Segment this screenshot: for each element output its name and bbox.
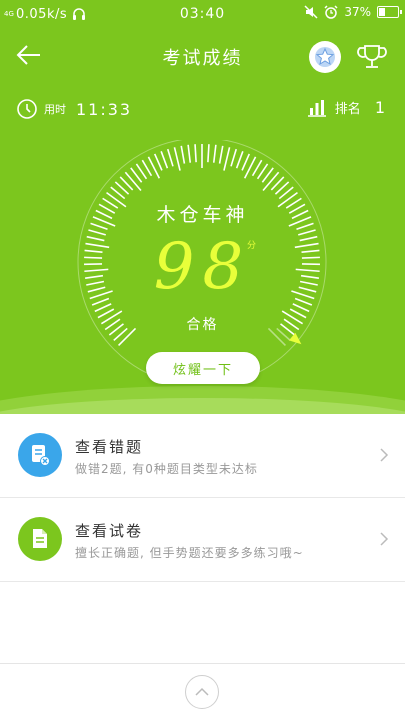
- rank-value: 1: [374, 98, 385, 117]
- exam-result-page: 4G 0.05k/s 03:40 37% 考试成绩 用时 11:33 排名 1 …: [0, 0, 405, 720]
- pass-status: 合格: [186, 317, 219, 333]
- gauge-tick: [160, 151, 169, 169]
- exam-info-row: 用时 11:33 排名 1: [0, 94, 405, 124]
- gauge-tick: [153, 153, 163, 171]
- gauge-tick: [124, 171, 142, 192]
- battery-icon: [377, 6, 402, 18]
- star-icon: [315, 47, 335, 67]
- list-item-subtitle: 擅长正确题, 但手势题还要多多练习哦~: [75, 546, 304, 560]
- page-title: 考试成绩: [162, 48, 243, 69]
- gauge-tick: [230, 148, 238, 167]
- battery-level-fill: [379, 8, 385, 16]
- list-item-wrong-answers[interactable]: 查看错题 做错2题, 有0种题目类型未达标: [0, 414, 405, 498]
- status-bar: 4G 0.05k/s 03:40 37%: [0, 0, 405, 30]
- rank-label: 排名: [334, 102, 361, 117]
- gauge-tick: [180, 145, 186, 164]
- mute-icon: [304, 5, 318, 19]
- action-list: 查看错题 做错2题, 有0种题目类型未达标 查看试卷 擅长正确题, 但手势题还要…: [0, 414, 405, 582]
- ranking: 排名 1: [307, 98, 385, 117]
- result-title: 木仓车神: [156, 204, 249, 226]
- score-unit: 分: [247, 241, 257, 251]
- wrong-answers-icon: [18, 433, 62, 477]
- chevron-right-icon: [380, 448, 389, 462]
- score-value: 98: [153, 230, 252, 304]
- title-bar: 考试成绩: [0, 32, 405, 78]
- gauge-tick: [223, 147, 231, 171]
- scroll-up-button[interactable]: [185, 675, 219, 709]
- gauge-tick: [218, 145, 224, 164]
- gauge-tick: [166, 148, 174, 167]
- gauge-tick: [235, 151, 244, 169]
- gauge-tick: [292, 303, 310, 313]
- clock-icon: [17, 99, 37, 119]
- list-item-subtitle: 做错2题, 有0种题目类型未达标: [75, 462, 258, 476]
- trophy-icon[interactable]: [356, 41, 388, 73]
- gauge-tick: [94, 303, 112, 313]
- gauge-tick: [187, 144, 192, 163]
- gauge-tick: [194, 144, 197, 163]
- duration: 用时 11:33: [16, 98, 132, 120]
- duration-value: 11:33: [76, 99, 133, 119]
- gauge-tick: [241, 153, 251, 171]
- gauge-tick: [207, 144, 210, 163]
- show-off-button[interactable]: 炫耀一下: [146, 352, 260, 384]
- battery-percent: 37%: [344, 5, 371, 19]
- gauge-tick: [262, 171, 280, 192]
- gauge-tick: [173, 147, 181, 171]
- alarm-icon: [324, 5, 338, 19]
- favorite-button[interactable]: [309, 41, 341, 73]
- list-item-title: 查看试卷: [75, 522, 144, 540]
- duration-label: 用时: [44, 103, 66, 116]
- result-header: 4G 0.05k/s 03:40 37% 考试成绩 用时 11:33 排名 1 …: [0, 0, 405, 414]
- gauge-tick: [212, 144, 217, 163]
- list-item-title: 查看错题: [75, 438, 144, 456]
- rank-chart-icon: [307, 99, 326, 117]
- chevron-right-icon: [380, 532, 389, 546]
- list-item-exam-paper[interactable]: 查看试卷 擅长正确题, 但手势题还要多多练习哦~: [0, 498, 405, 582]
- footer-divider: [0, 663, 405, 664]
- exam-paper-icon: [18, 517, 62, 561]
- chevron-up-icon: [195, 687, 209, 696]
